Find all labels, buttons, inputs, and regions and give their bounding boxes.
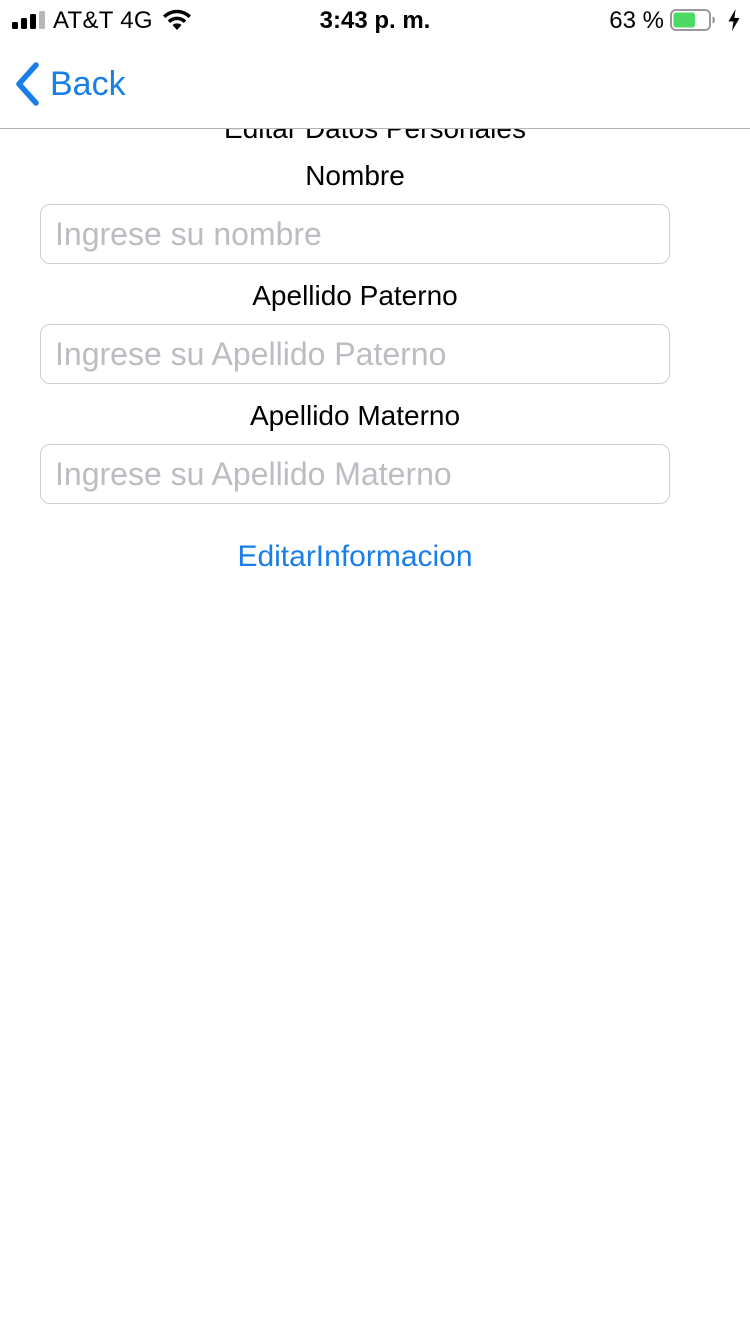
charging-bolt-icon <box>728 9 740 31</box>
editar-informacion-button[interactable]: EditarInformacion <box>0 540 710 574</box>
apellido-paterno-input[interactable] <box>40 324 670 384</box>
apellido-materno-label: Apellido Materno <box>249 400 461 431</box>
navigation-bar: Back <box>0 40 750 129</box>
status-bar: AT&T 4G 3:43 p. m. 63 % <box>0 0 750 40</box>
battery-percentage: 63 % <box>609 7 664 34</box>
back-label: Back <box>50 64 126 103</box>
edit-profile-form: Editar Datos Personales Nombre Apellido … <box>0 129 750 1334</box>
back-button[interactable]: Back <box>14 60 126 108</box>
nombre-input[interactable] <box>40 204 670 264</box>
battery-icon <box>670 9 715 31</box>
nombre-label: Nombre <box>305 160 405 191</box>
apellido-materno-input[interactable] <box>40 444 670 504</box>
page-title: Editar Datos Personales <box>0 129 750 145</box>
chevron-left-icon <box>16 62 39 106</box>
apellido-paterno-label: Apellido Paterno <box>252 280 458 311</box>
